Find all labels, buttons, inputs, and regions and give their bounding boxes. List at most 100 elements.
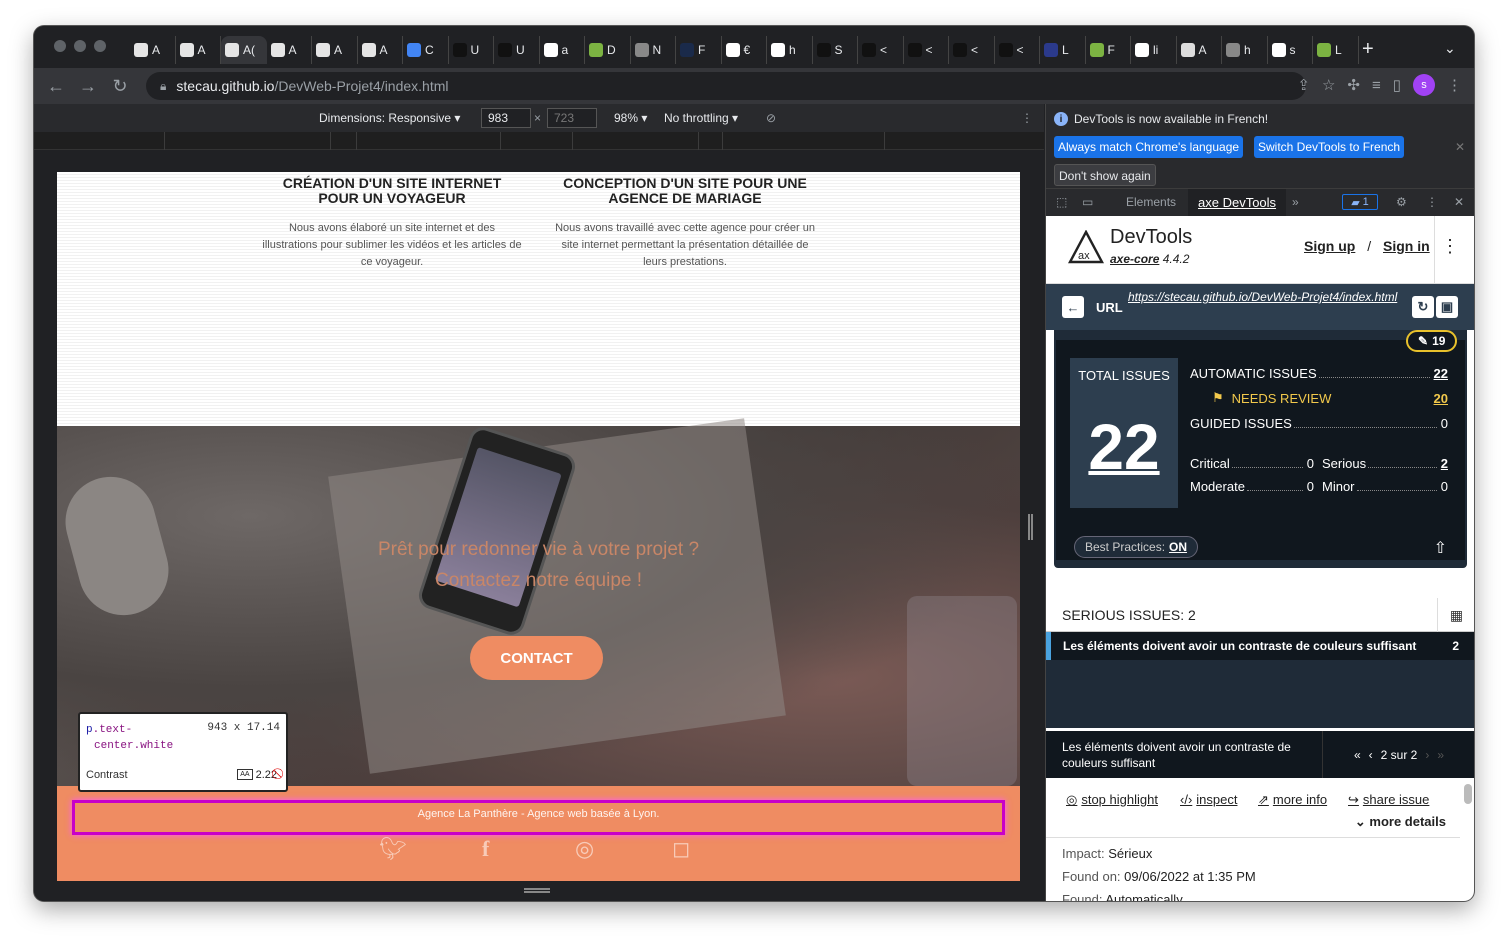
sign-up-link[interactable]: Sign up [1304,238,1355,254]
back-arrow-icon[interactable]: ← [1062,296,1084,318]
address-bar[interactable]: 🔒︎ stecau.github.io/DevWeb-Projet4/index… [146,72,1306,100]
maximize-window-button[interactable] [94,40,106,52]
save-icon[interactable]: ▣ [1436,296,1458,318]
prev-page-icon[interactable]: ‹ [1369,748,1373,762]
more-details-button[interactable]: ⌄ more details [1355,814,1446,830]
best-practices-toggle[interactable]: Best Practices: ON [1074,536,1199,558]
viewport-resize-right[interactable] [1028,514,1033,540]
contact-button[interactable]: CONTACT [470,636,603,680]
browser-tab[interactable]: A( [221,36,267,64]
share-issue-button[interactable]: ↪ share issue [1348,792,1429,808]
instagram-icon[interactable]: ◻ [672,836,690,862]
rescan-icon[interactable]: ↻ [1412,296,1434,318]
bookmark-star-icon[interactable]: ☆ [1322,76,1335,94]
cat-favicon [225,43,239,57]
browser-tab[interactable]: L [1313,36,1359,64]
browser-tab[interactable]: F [676,36,722,64]
browser-tab[interactable]: A [312,36,358,64]
rotate-icon[interactable]: ⊘ [766,111,776,125]
browser-tab[interactable]: s [1268,36,1313,64]
dribbble-icon[interactable]: ◎ [575,836,594,862]
browser-tab[interactable]: D [585,36,631,64]
inspect-button[interactable]: ‹/› inspect [1180,792,1237,807]
sign-in-link[interactable]: Sign in [1383,238,1430,254]
axe-menu-icon[interactable]: ⋮ [1441,236,1459,257]
throttling-select[interactable]: No throttling ▾ [664,111,738,125]
side-panel-icon[interactable]: ▯ [1393,76,1401,94]
settings-gear-icon[interactable]: ⚙ [1396,195,1407,209]
device-more-icon[interactable]: ⋮ [1021,111,1033,125]
switch-french-button[interactable]: Switch DevTools to French [1254,136,1405,158]
external-link-icon: ⇗ [1258,792,1269,807]
new-tab-button[interactable]: + [1362,38,1374,61]
avatar[interactable]: s [1413,74,1435,96]
share-icon[interactable]: ⇪ [1297,76,1310,94]
browser-tab[interactable]: a [540,36,585,64]
browser-tab[interactable]: A [1177,36,1222,64]
close-window-button[interactable] [54,40,66,52]
browser-tab[interactable]: C [403,36,449,64]
devtools-menu-icon[interactable]: ⋮ [1426,195,1438,209]
total-issues-count[interactable]: 22 [1070,410,1178,484]
browser-tab[interactable]: h [1222,36,1268,64]
total-issues-box: TOTAL ISSUES 22 [1070,358,1178,508]
viewport-resize-bottom[interactable] [524,888,550,893]
highlight-count-pill[interactable]: ✎ 19 [1406,330,1458,352]
extensions-icon[interactable]: ✣ [1347,76,1360,94]
automatic-issues-count[interactable]: 22 [1434,366,1448,381]
issues-badge[interactable]: ▰ 1 [1342,194,1378,210]
first-page-icon[interactable]: « [1354,748,1361,762]
browser-tab[interactable]: A [267,36,312,64]
tab-search-icon[interactable]: ⌄ [1444,40,1456,57]
more-info-button[interactable]: ⇗ more info [1258,792,1327,808]
scanned-url-link[interactable]: https://stecau.github.io/DevWeb-Projet4/… [1128,290,1398,305]
stop-highlight-button[interactable]: ◎ stop highlight [1066,792,1158,808]
dimensions-select[interactable]: Dimensions: Responsive ▾ [319,111,460,125]
width-input[interactable]: 983 [481,108,531,128]
dont-show-button[interactable]: Don't show again [1054,164,1156,186]
browser-tab[interactable]: U [494,36,540,64]
tab-axe-devtools[interactable]: axe DevTools [1188,189,1287,217]
back-icon[interactable]: ← [40,76,72,97]
browser-tab[interactable]: < [904,36,949,64]
export-icon[interactable]: ⇧ [1434,538,1447,558]
next-page-icon[interactable]: › [1425,748,1429,762]
browser-tab[interactable]: A [358,36,403,64]
forward-icon[interactable]: → [72,76,104,97]
browser-tab[interactable]: < [949,36,995,64]
browser-tab[interactable]: < [995,36,1040,64]
menu-kebab-icon[interactable]: ⋮ [1447,76,1462,94]
zoom-select[interactable]: 98% ▾ [614,111,647,125]
reading-list-icon[interactable]: ≡ [1372,77,1381,94]
browser-tab[interactable]: U [449,36,494,64]
browser-tab[interactable]: F [1086,36,1131,64]
twitter-icon[interactable]: 🐦︎ [379,836,407,862]
browser-tab[interactable]: N [631,36,676,64]
serious-count[interactable]: 2 [1441,456,1448,471]
tab-elements[interactable]: Elements [1126,195,1176,209]
reload-icon[interactable]: ↻ [104,76,136,97]
browser-tab[interactable]: € [722,36,767,64]
browser-tab[interactable]: L [1040,36,1086,64]
close-devtools-icon[interactable]: ✕ [1454,195,1464,209]
browser-tab[interactable]: h [767,36,813,64]
detail-scrollbar[interactable] [1464,784,1472,804]
more-tabs-icon[interactable]: » [1292,195,1299,209]
issue-list-item[interactable]: Les éléments doivent avoir un contraste … [1046,632,1474,660]
browser-tab[interactable]: A [130,36,176,64]
last-page-icon[interactable]: » [1437,748,1444,762]
facebook-icon[interactable]: f [482,836,489,862]
device-toggle-icon[interactable]: ▭ [1082,195,1093,209]
needs-review-count[interactable]: 20 [1434,391,1448,406]
grid-view-icon[interactable]: ▦ [1437,598,1474,632]
browser-tab[interactable]: < [858,36,904,64]
inspect-element-icon[interactable]: ⬚ [1056,195,1067,209]
close-notice-icon[interactable]: ✕ [1455,140,1465,154]
browser-tab[interactable]: A [176,36,221,64]
height-input[interactable]: 723 [547,108,597,128]
browser-tab[interactable]: li [1131,36,1177,64]
tab-label: A [334,43,343,57]
match-language-button[interactable]: Always match Chrome's language [1054,136,1244,158]
browser-tab[interactable]: S [813,36,858,64]
minimize-window-button[interactable] [74,40,86,52]
